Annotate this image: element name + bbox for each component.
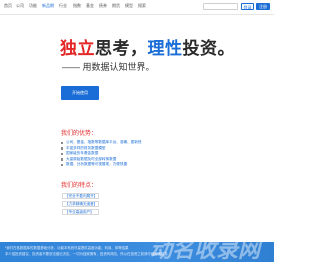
footer-disclaimer-2: 本介绍投资建议，投资者不要依法做出决定。一切为独家拥有，投资有风险、所以在投资之… <box>5 252 168 256</box>
hero-title-rational: 理性 <box>147 39 183 58</box>
nav-item-new[interactable]: 新品期 <box>42 3 54 9</box>
nav-item-industry[interactable]: 行业 <box>59 3 67 9</box>
watermark: 动名收录网 <box>150 237 261 262</box>
list-item: 数据、分析数据等可视展现，方便快捷 <box>61 162 141 168</box>
nav-item-company[interactable]: 公司 <box>16 3 24 9</box>
feature-item: 【完全不盈利展开】 <box>62 193 99 199</box>
nav-item-search[interactable]: 搜索 <box>138 3 146 9</box>
footer: *我们在各数据库的数据基础分析、功能本系统尽量提供高度功能、利用、体等结果 本介… <box>0 237 274 262</box>
top-nav: 首页 公司 功能 新品期 行业 指数 基金 债券 期货 模型 搜索 登录 注册 <box>0 0 274 15</box>
nav-item-home[interactable]: 首页 <box>4 3 12 9</box>
advantages-title: 我们的优势： <box>61 131 98 137</box>
features-list: 【完全不盈利展开】 【力求精确无误差】 【专业高级用户】 <box>62 193 99 217</box>
hero-subtitle: —— 用数据认知世界。 <box>62 62 155 72</box>
feature-item: 【专业高级用户】 <box>62 209 99 215</box>
nav-item-fund[interactable]: 基金 <box>86 3 94 9</box>
login-button[interactable]: 登录 <box>241 3 254 10</box>
search-input[interactable] <box>203 3 238 10</box>
feature-item: 【力求精确无误差】 <box>62 201 99 207</box>
hero-title-invest: 投资。 <box>182 39 235 58</box>
footer-disclaimer-1: *我们在各数据库的数据基础分析、功能本系统尽量提供高度功能、利用、体等结果 <box>5 246 129 250</box>
hero-title: 独立思考，理性投资。 <box>60 34 235 59</box>
features-title: 我们的特点： <box>61 183 98 189</box>
register-button[interactable]: 注册 <box>256 3 270 10</box>
nav-item-bond[interactable]: 债券 <box>99 3 107 9</box>
nav-item-model[interactable]: 模型 <box>125 3 133 9</box>
nav-item-futures[interactable]: 期货 <box>112 3 120 9</box>
nav-item-index[interactable]: 指数 <box>73 3 81 9</box>
nav-item-function[interactable]: 功能 <box>29 3 37 9</box>
hero-title-think: 思考， <box>95 39 148 58</box>
start-button[interactable]: 开始使用 <box>61 86 99 100</box>
hero-title-independent: 独立 <box>60 39 95 58</box>
advantages-list: 公司、基金、指数等数据库平台、准确、更新快 丰富多样的财务数据模型 国家级历年基… <box>61 140 141 168</box>
